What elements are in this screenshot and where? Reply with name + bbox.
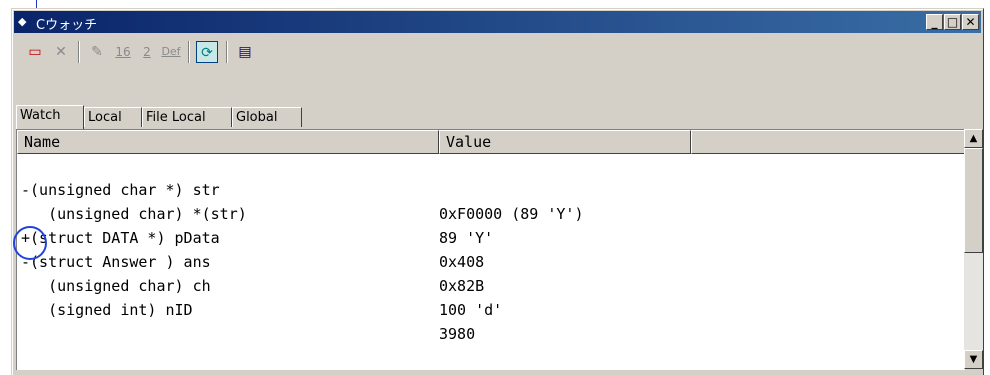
table-row[interactable]: (unsigned char) *(str) 89 'Y': [17, 178, 965, 247]
tab-watch[interactable]: Watch: [16, 105, 84, 129]
delete-icon[interactable]: ✕: [50, 41, 72, 63]
watch-window: ◆ Cウォッチ _ □ ✕ ▭ ✕ ✎ 16 2 Def ⟳ ▤ Watch L…: [11, 8, 984, 375]
watch-list: Name Value -(unsigned char *) str 0xF000…: [16, 129, 965, 370]
row-value: 3980: [439, 325, 476, 343]
vertical-scrollbar[interactable]: ▲ ▼: [964, 129, 983, 369]
column-header-name[interactable]: Name: [17, 130, 439, 154]
refresh-icon[interactable]: ⟳: [196, 41, 218, 63]
table-row[interactable]: -(unsigned char *) str 0xF0000 (89 'Y'): [17, 154, 965, 223]
binary-radix-icon[interactable]: 2: [136, 41, 158, 63]
row-value: 100 'd': [439, 301, 503, 319]
annotation-circle: [13, 226, 47, 260]
toolbar-separator: [78, 41, 80, 63]
window-title: Cウォッチ: [36, 18, 98, 33]
hex-radix-icon[interactable]: 16: [112, 41, 134, 63]
table-row[interactable]: (unsigned char) ch 100 'd': [17, 250, 965, 319]
title-bar: ◆ Cウォッチ _ □ ✕: [14, 11, 981, 33]
tab-global[interactable]: Global: [232, 107, 302, 127]
scroll-down-icon[interactable]: ▼: [964, 350, 983, 369]
row-name: (signed int) nID: [21, 301, 193, 319]
minimize-button[interactable]: _: [926, 14, 943, 30]
default-radix-icon[interactable]: Def: [160, 41, 182, 63]
table-row[interactable]: -(struct Answer ) ans 0x82B: [17, 226, 965, 295]
edit-icon[interactable]: ✎: [86, 41, 108, 63]
column-header-filler: [691, 130, 965, 154]
scroll-up-icon[interactable]: ▲: [964, 129, 983, 148]
column-header-value[interactable]: Value: [439, 130, 691, 154]
table-row[interactable]: +(struct DATA *) pData 0x408: [17, 202, 965, 271]
tab-file-local[interactable]: File Local: [142, 107, 232, 127]
toolbar-separator: [226, 41, 228, 63]
add-watch-icon[interactable]: ▭: [24, 41, 46, 63]
window-icon: ◆: [18, 15, 27, 28]
maximize-button[interactable]: □: [944, 14, 961, 30]
window-icon[interactable]: ▤: [234, 41, 256, 63]
tab-local[interactable]: Local: [84, 107, 142, 127]
toolbar-separator: [188, 41, 190, 63]
close-button[interactable]: ✕: [962, 14, 979, 30]
scroll-thumb[interactable]: [964, 148, 983, 253]
table-row[interactable]: (signed int) nID 3980: [17, 274, 965, 343]
